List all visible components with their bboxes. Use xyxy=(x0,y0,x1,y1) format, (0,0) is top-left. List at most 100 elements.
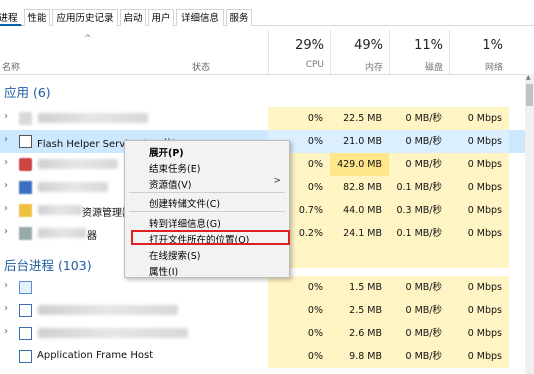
spacer-cell xyxy=(268,245,509,268)
scrollbar-thumb[interactable] xyxy=(526,84,533,106)
app-icon xyxy=(19,181,32,194)
redacted-name xyxy=(38,205,82,215)
column-network[interactable]: 1% 网络 xyxy=(449,30,509,74)
section-apps[interactable]: 应用 (6) xyxy=(4,82,51,101)
process-row[interactable]: › 0% 2.6 MB 0 MB/秒 0 Mbps xyxy=(0,322,525,345)
cpu-cell: 0% xyxy=(268,299,330,322)
process-row[interactable]: › 0% 1.5 MB 0 MB/秒 0 Mbps xyxy=(0,276,525,299)
cpu-cell: 0% xyxy=(268,322,330,345)
menu-bar xyxy=(0,0,534,5)
memory-cell: 9.8 MB xyxy=(330,345,389,368)
menu-expand[interactable]: 展开(P) xyxy=(149,145,184,159)
column-cpu[interactable]: 29% CPU xyxy=(268,30,330,74)
menu-separator xyxy=(129,211,285,212)
process-row[interactable]: › 0% 2.5 MB 0 MB/秒 0 Mbps xyxy=(0,299,525,322)
memory-cell: 22.5 MB xyxy=(330,107,389,130)
tab-strip: 进程 性能 应用历史记录 启动 用户 详细信息 服务 xyxy=(0,9,534,26)
tab-users[interactable]: 用户 xyxy=(148,9,174,26)
column-disk[interactable]: 11% 磁盘 xyxy=(389,30,449,74)
redacted-name xyxy=(38,305,178,315)
flash-helper-icon xyxy=(19,135,32,148)
chevron-right-icon[interactable]: › xyxy=(4,226,8,237)
disk-total: 11% xyxy=(414,38,443,53)
memory-cell: 429.0 MB xyxy=(330,153,389,176)
scroll-up-icon[interactable]: ▲ xyxy=(526,74,531,81)
menu-properties[interactable]: 属性(I) xyxy=(149,264,178,278)
redacted-name xyxy=(38,159,118,169)
memory-label: 内存 xyxy=(364,63,383,73)
memory-total: 49% xyxy=(354,38,383,53)
cpu-cell: 0% xyxy=(268,345,330,368)
memory-cell: 2.6 MB xyxy=(330,322,389,345)
disk-cell: 0 MB/秒 xyxy=(389,130,449,153)
network-cell: 0 Mbps xyxy=(449,199,509,222)
network-cell: 0 Mbps xyxy=(449,153,509,176)
column-status[interactable]: 状态 xyxy=(192,60,210,73)
network-cell: 0 Mbps xyxy=(449,107,509,130)
disk-cell: 0 MB/秒 xyxy=(389,322,449,345)
tab-startup[interactable]: 启动 xyxy=(120,9,146,26)
tab-services[interactable]: 服务 xyxy=(226,9,252,26)
submenu-arrow-icon: > xyxy=(273,176,281,186)
context-menu: 展开(P) 结束任务(E) 资源值(V) > 创建转储文件(C) 转到详细信息(… xyxy=(124,140,290,278)
cpu-cell: 0% xyxy=(268,107,330,130)
service-icon xyxy=(19,304,32,317)
disk-cell: 0 MB/秒 xyxy=(389,107,449,130)
disk-cell: 0.1 MB/秒 xyxy=(389,222,449,245)
network-cell: 0 Mbps xyxy=(449,322,509,345)
network-cell: 0 Mbps xyxy=(449,276,509,299)
tab-processes[interactable]: 进程 xyxy=(0,9,22,26)
network-cell: 0 Mbps xyxy=(449,222,509,245)
chevron-right-icon[interactable]: › xyxy=(4,303,8,314)
process-row[interactable]: › 0% 22.5 MB 0 MB/秒 0 Mbps xyxy=(0,107,525,130)
column-memory[interactable]: 49% 内存 xyxy=(330,30,389,74)
section-background[interactable]: 后台进程 (103) xyxy=(4,255,92,274)
menu-resource-values[interactable]: 资源值(V) xyxy=(149,177,191,191)
app-icon xyxy=(19,112,32,125)
service-icon xyxy=(19,327,32,340)
disk-cell: 0 MB/秒 xyxy=(389,153,449,176)
chevron-right-icon[interactable]: › xyxy=(4,180,8,191)
chevron-right-icon[interactable]: › xyxy=(4,203,8,214)
menu-goto-details[interactable]: 转到详细信息(G) xyxy=(149,216,221,230)
app-icon xyxy=(19,227,32,240)
network-total: 1% xyxy=(482,38,503,53)
tab-app-history[interactable]: 应用历史记录 xyxy=(52,9,118,26)
process-name: Application Frame Host xyxy=(37,350,154,361)
disk-cell: 0 MB/秒 xyxy=(389,299,449,322)
vertical-scrollbar[interactable]: ▲ xyxy=(525,74,534,374)
redacted-name xyxy=(38,328,188,338)
column-name[interactable]: 名称 xyxy=(2,60,20,73)
memory-cell: 21.0 MB xyxy=(330,130,389,153)
menu-create-dump[interactable]: 创建转储文件(C) xyxy=(149,196,220,210)
process-row-application-frame-host[interactable]: Application Frame Host 0% 9.8 MB 0 MB/秒 … xyxy=(0,345,525,368)
highlight-box xyxy=(131,230,290,245)
chevron-right-icon[interactable]: › xyxy=(4,134,8,145)
sort-arrow-icon: ^ xyxy=(84,34,92,44)
menu-search-online[interactable]: 在线搜索(S) xyxy=(149,248,200,262)
window-frame-icon xyxy=(19,350,32,363)
tab-details[interactable]: 详细信息 xyxy=(176,9,224,26)
folder-icon xyxy=(19,204,32,217)
tab-performance[interactable]: 性能 xyxy=(24,9,50,26)
process-name: 器 xyxy=(87,231,97,242)
disk-cell: 0.1 MB/秒 xyxy=(389,176,449,199)
redacted-name xyxy=(38,228,86,238)
memory-cell: 24.1 MB xyxy=(330,222,389,245)
menu-end-task[interactable]: 结束任务(E) xyxy=(149,161,200,175)
memory-cell: 1.5 MB xyxy=(330,276,389,299)
app-icon xyxy=(19,158,32,171)
network-cell: 0 Mbps xyxy=(449,176,509,199)
redacted-name xyxy=(38,113,148,123)
network-label: 网络 xyxy=(484,63,503,73)
redacted-name xyxy=(38,182,108,192)
disk-cell: 0.3 MB/秒 xyxy=(389,199,449,222)
chevron-right-icon[interactable]: › xyxy=(4,280,8,291)
chevron-right-icon[interactable]: › xyxy=(4,157,8,168)
chevron-right-icon[interactable]: › xyxy=(4,326,8,337)
chevron-right-icon[interactable]: › xyxy=(4,111,8,122)
menu-separator xyxy=(129,192,285,193)
network-cell: 0 Mbps xyxy=(449,299,509,322)
disk-cell: 0 MB/秒 xyxy=(389,345,449,368)
network-cell: 0 Mbps xyxy=(449,130,509,153)
